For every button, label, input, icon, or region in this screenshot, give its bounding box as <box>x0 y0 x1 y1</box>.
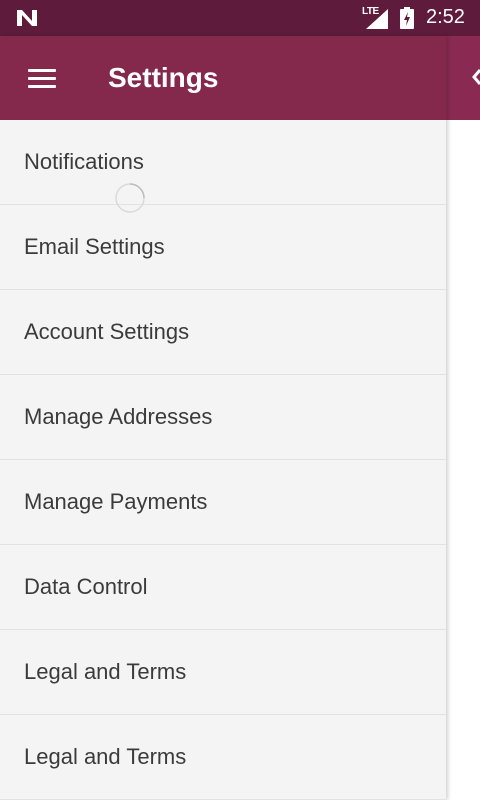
drawer-header: Settings <box>0 36 446 120</box>
menu-item-legal-and-terms[interactable]: Legal and Terms <box>0 630 446 715</box>
settings-drawer: Settings Notifications Email Settings Ac… <box>0 36 446 800</box>
menu-item-account-settings[interactable]: Account Settings <box>0 290 446 375</box>
menu-item-label: Manage Payments <box>24 489 208 514</box>
n-logo-icon <box>17 10 37 26</box>
menu-item-label: Manage Addresses <box>24 404 213 429</box>
status-bar: LTE 2:52 <box>0 0 480 36</box>
settings-menu-list: Notifications Email Settings Account Set… <box>0 120 446 800</box>
menu-item-label: Account Settings <box>24 319 190 344</box>
menu-item-label: Notifications <box>24 149 144 174</box>
menu-item-label: Legal and Terms <box>24 659 187 684</box>
status-clock: 2:52 <box>426 6 465 28</box>
menu-item-legal-and-terms[interactable]: Legal and Terms <box>0 715 446 800</box>
hamburger-menu-icon[interactable] <box>24 64 58 92</box>
battery-charging-icon <box>400 7 414 29</box>
background-app-content <box>446 120 480 800</box>
menu-item-label: Email Settings <box>24 234 165 259</box>
menu-item-email-settings[interactable]: Email Settings <box>0 205 446 290</box>
menu-item-manage-addresses[interactable]: Manage Addresses <box>0 375 446 460</box>
drawer-title: Settings <box>108 62 219 93</box>
back-arrow-icon[interactable] <box>472 66 480 88</box>
menu-item-label: Data Control <box>24 574 148 599</box>
menu-item-data-control[interactable]: Data Control <box>0 545 446 630</box>
menu-item-manage-payments[interactable]: Manage Payments <box>0 460 446 545</box>
loading-spinner-icon <box>115 183 145 213</box>
signal-icon <box>366 9 388 29</box>
menu-item-label: Legal and Terms <box>24 744 187 769</box>
menu-item-notifications[interactable]: Notifications <box>0 120 446 205</box>
